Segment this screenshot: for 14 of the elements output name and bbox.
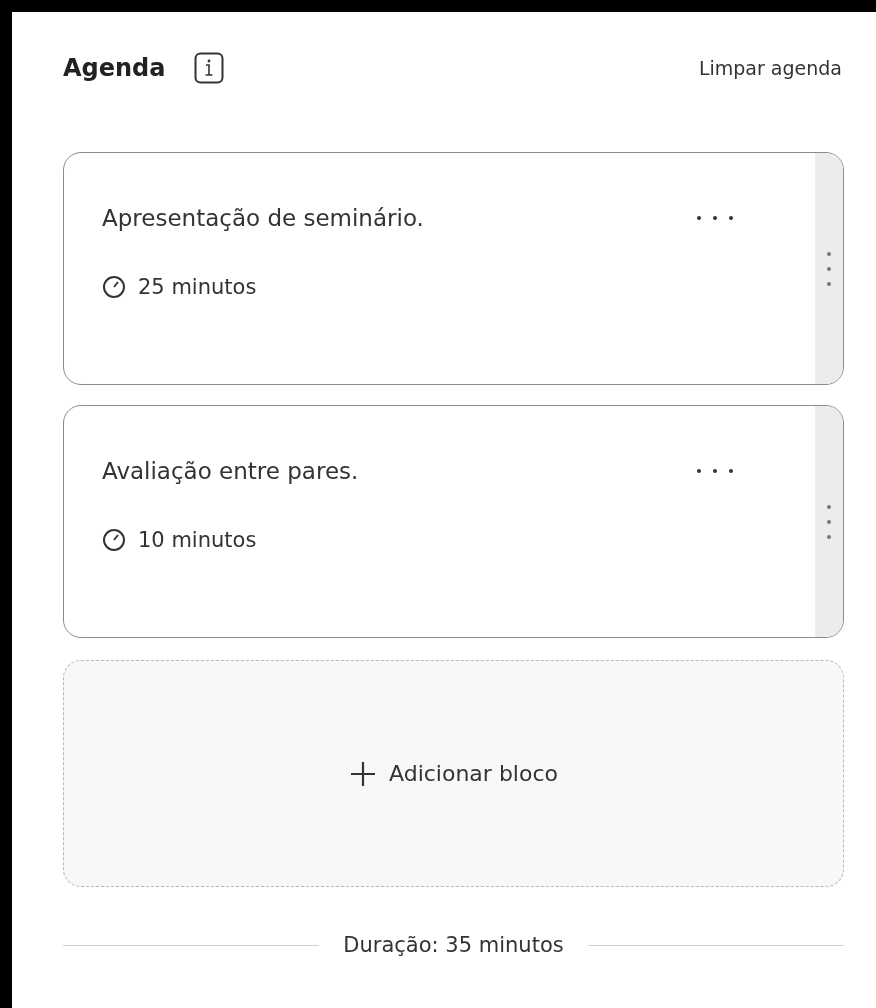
plus-icon <box>349 759 377 788</box>
block-duration: 10 minutos <box>138 528 257 552</box>
agenda-title: Agenda <box>63 54 166 82</box>
total-duration: Duração: 35 minutos <box>343 933 564 957</box>
timer-icon <box>102 275 126 299</box>
block-title: Avaliação entre pares. <box>102 458 359 484</box>
clear-agenda-link[interactable]: Limpar agenda <box>698 57 842 79</box>
block-title: Apresentação de seminário. <box>102 205 424 231</box>
add-block-button[interactable]: Adicionar bloco <box>63 660 844 887</box>
drag-handle[interactable] <box>815 153 843 384</box>
block-duration: 25 minutos <box>138 275 257 299</box>
drag-handle[interactable] <box>815 406 843 637</box>
info-icon[interactable] <box>193 52 224 84</box>
timer-icon <box>102 528 126 552</box>
